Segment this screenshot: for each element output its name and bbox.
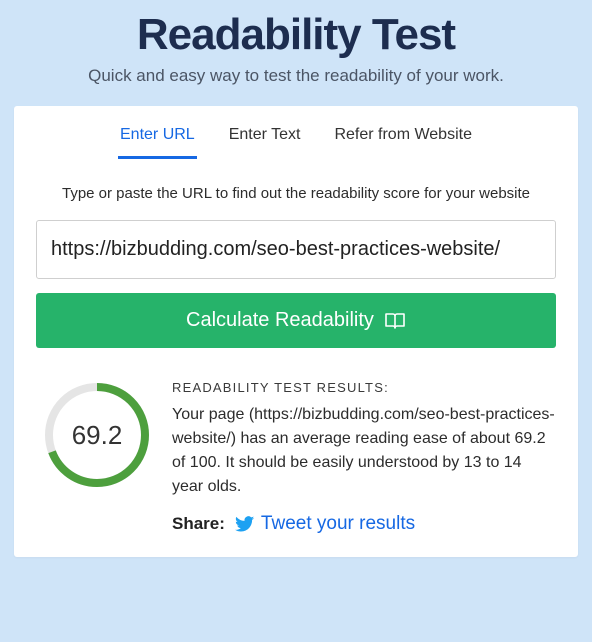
score-gauge: 69.2 — [42, 380, 152, 490]
share-row: Share: Tweet your results — [172, 513, 556, 535]
share-label: Share: — [172, 514, 225, 534]
tabs: Enter URL Enter Text Refer from Website — [36, 120, 556, 159]
page-title: Readability Test — [14, 10, 578, 60]
tab-refer-website[interactable]: Refer from Website — [332, 120, 474, 159]
results-label: READABILITY TEST RESULTS: — [172, 380, 556, 395]
calculate-button[interactable]: Calculate Readability — [36, 293, 556, 348]
page-subtitle: Quick and easy way to test the readabili… — [14, 66, 578, 86]
tab-enter-text[interactable]: Enter Text — [227, 120, 303, 159]
tweet-link[interactable]: Tweet your results — [235, 513, 415, 535]
results-body: Your page (https://bizbudding.com/seo-be… — [172, 403, 556, 499]
twitter-icon — [235, 516, 255, 533]
calculate-button-label: Calculate Readability — [186, 309, 374, 332]
main-card: Enter URL Enter Text Refer from Website … — [14, 106, 578, 557]
results-section: 69.2 READABILITY TEST RESULTS: Your page… — [36, 380, 556, 535]
instruction-text: Type or paste the URL to find out the re… — [36, 185, 556, 202]
tab-enter-url[interactable]: Enter URL — [118, 120, 197, 159]
book-icon — [384, 312, 406, 330]
score-value: 69.2 — [42, 380, 152, 490]
url-input[interactable] — [36, 220, 556, 279]
tweet-link-label: Tweet your results — [261, 513, 415, 535]
